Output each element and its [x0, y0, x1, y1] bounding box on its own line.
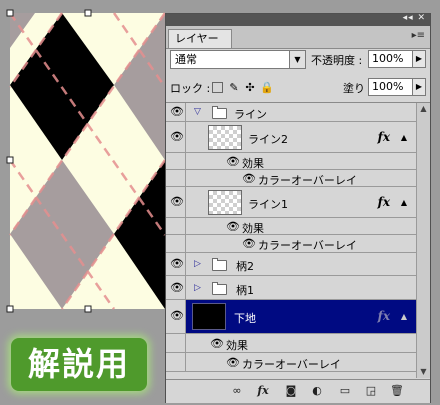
panel-footer: ∞ fx ◙ ◐ ▭ ◲ 🗑 [166, 379, 430, 403]
effects-label: 効果 [242, 157, 264, 170]
fx-icon[interactable]: fx [378, 309, 390, 323]
visibility-toggle[interactable]: 👁 [166, 276, 186, 299]
effects-row[interactable]: 👁 効果 [166, 218, 416, 235]
layer-name: ライン2 [248, 133, 288, 146]
fx-icon[interactable]: fx [378, 195, 390, 209]
panel-titlebar[interactable]: ◂◂ ✕ [166, 13, 430, 26]
chevron-down-icon[interactable]: ▼ [289, 51, 305, 68]
visibility-toggle [166, 334, 186, 352]
effect-color-overlay-row[interactable]: 👁 カラーオーバーレイ [166, 353, 416, 372]
eye-icon[interactable]: 👁 [226, 155, 240, 168]
visibility-toggle[interactable]: 👁 [166, 187, 186, 217]
folder-icon [212, 282, 227, 295]
eye-icon[interactable]: 👁 [242, 237, 256, 250]
chevron-up-icon[interactable]: ▲ [401, 133, 407, 142]
lock-brush-icon[interactable]: ✎ [228, 82, 240, 94]
lock-label: ロック : [170, 82, 211, 95]
effect-color-overlay-row[interactable]: 👁 カラーオーバーレイ [166, 170, 416, 187]
layer-group-line[interactable]: 👁 ▽ ライン [166, 103, 416, 122]
visibility-toggle[interactable]: 👁 [166, 300, 186, 333]
fx-icon[interactable]: fx [256, 384, 270, 398]
layer-thumbnail [208, 190, 242, 215]
layers-list: 👁 ▽ ライン 👁 ライン2 fx ▲ 👁 効果 👁 カラーオーバーレイ 👁 ラ… [166, 103, 416, 378]
eye-icon: 👁 [170, 309, 184, 322]
visibility-toggle [166, 153, 186, 169]
layer-name: 柄2 [236, 260, 254, 273]
new-group-icon[interactable]: ▭ [338, 384, 352, 398]
folder-icon [212, 106, 227, 119]
visibility-toggle [166, 353, 186, 371]
explanation-badge: 解説用 [11, 338, 147, 391]
layers-scrollbar[interactable]: ▲ ▼ [416, 103, 430, 378]
effects-row[interactable]: 👁 効果 [166, 153, 416, 170]
expand-triangle-icon[interactable]: ▷ [194, 259, 201, 269]
expand-triangle-icon[interactable]: ▷ [194, 283, 201, 293]
layer-thumbnail [208, 125, 242, 150]
effect-label: カラーオーバーレイ [242, 358, 341, 371]
expand-triangle-icon[interactable]: ▽ [194, 107, 201, 117]
blend-mode-value: 通常 [175, 53, 197, 66]
visibility-toggle [166, 218, 186, 234]
layer-group-pattern2[interactable]: 👁 ▷ 柄2 [166, 253, 416, 276]
effect-color-overlay-row[interactable]: 👁 カラーオーバーレイ [166, 235, 416, 253]
layer-line1[interactable]: 👁 ライン1 fx ▲ [166, 187, 416, 218]
eye-icon: 👁 [170, 257, 184, 270]
adjustment-icon[interactable]: ◐ [310, 384, 324, 398]
layer-base[interactable]: 👁 下地 fx ▲ [166, 300, 416, 334]
argyle-artwork [8, 12, 167, 310]
layer-line2[interactable]: 👁 ライン2 fx ▲ [166, 122, 416, 153]
chevron-up-icon[interactable]: ▲ [401, 198, 407, 207]
tab-layers[interactable]: レイヤー [168, 29, 232, 48]
opacity-slider-button[interactable]: ▶ [412, 50, 426, 68]
lock-move-icon[interactable]: ✣ [244, 82, 256, 94]
effect-label: カラーオーバーレイ [258, 239, 357, 252]
eye-icon[interactable]: 👁 [226, 220, 240, 233]
eye-icon: 👁 [170, 195, 184, 208]
panel-menu-icon[interactable]: ▸≡ [412, 30, 425, 41]
effect-label: カラーオーバーレイ [258, 174, 357, 187]
chevron-up-icon[interactable]: ▲ [401, 312, 407, 321]
layer-name: ライン [234, 108, 267, 121]
visibility-toggle[interactable]: 👁 [166, 122, 186, 152]
effects-label: 効果 [242, 222, 264, 235]
new-layer-icon[interactable]: ◲ [364, 384, 378, 398]
link-icon[interactable]: ∞ [230, 384, 244, 398]
opacity-label: 不透明度 : [311, 54, 363, 67]
layer-name: 柄1 [236, 284, 254, 297]
layers-panel: ◂◂ ✕ レイヤー ▸≡ 通常 ▼ 不透明度 : 100% ▶ ロック : ✎ … [165, 13, 431, 403]
lock-transparency-icon[interactable] [212, 82, 223, 93]
mask-icon[interactable]: ◙ [284, 384, 298, 398]
eye-icon: 👁 [170, 281, 184, 294]
eye-icon[interactable]: 👁 [210, 337, 224, 350]
blend-mode-select[interactable]: 通常 ▼ [170, 50, 306, 69]
visibility-toggle[interactable]: 👁 [166, 253, 186, 275]
lock-all-icon[interactable]: 🔒 [260, 82, 274, 94]
scroll-down-icon[interactable]: ▼ [417, 366, 430, 378]
trash-icon[interactable]: 🗑 [390, 384, 404, 398]
panel-window-controls[interactable]: ◂◂ ✕ [403, 13, 426, 23]
opacity-input[interactable]: 100% [368, 50, 413, 68]
panel-tab-row: レイヤー ▸≡ [166, 26, 430, 49]
effects-row[interactable]: 👁 効果 [166, 334, 416, 353]
eye-icon[interactable]: 👁 [226, 356, 240, 369]
visibility-toggle [166, 235, 186, 252]
layer-group-pattern1[interactable]: 👁 ▷ 柄1 [166, 276, 416, 300]
scroll-up-icon[interactable]: ▲ [417, 103, 430, 115]
eye-icon[interactable]: 👁 [242, 172, 256, 185]
fill-slider-button[interactable]: ▶ [412, 78, 426, 96]
eye-icon: 👁 [170, 105, 184, 118]
effects-label: 効果 [226, 339, 248, 352]
folder-icon [212, 258, 227, 271]
layer-name: 下地 [234, 312, 256, 325]
eye-icon: 👁 [170, 130, 184, 143]
visibility-toggle [166, 170, 186, 186]
fx-icon[interactable]: fx [378, 130, 390, 144]
visibility-toggle[interactable]: 👁 [166, 103, 186, 121]
layer-thumbnail [192, 303, 226, 330]
fill-input[interactable]: 100% [368, 78, 413, 96]
layer-name: ライン1 [248, 198, 288, 211]
